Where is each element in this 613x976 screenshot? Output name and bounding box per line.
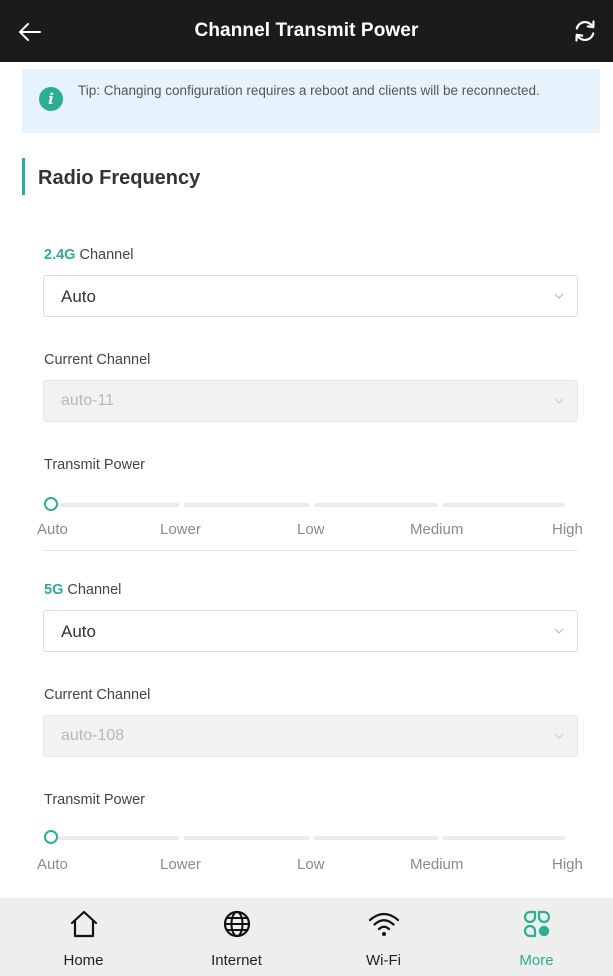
tab-wifi-label: Wi-Fi xyxy=(366,952,401,969)
chevron-down-icon xyxy=(554,733,564,739)
power-tick-high: High xyxy=(552,521,583,538)
current-channel-24g-label: Current Channel xyxy=(44,352,151,368)
channel-5g-label-text: Channel xyxy=(67,582,122,598)
channel-24g-select[interactable]: Auto xyxy=(43,275,578,317)
power-tick-auto: Auto xyxy=(37,521,68,538)
power-tick-low: Low xyxy=(297,521,325,538)
power-tick-low: Low xyxy=(297,856,325,873)
refresh-icon[interactable] xyxy=(571,17,599,45)
current-channel-5g-label: Current Channel xyxy=(44,687,151,703)
tab-home[interactable]: Home xyxy=(7,898,160,976)
info-icon: i xyxy=(39,87,63,111)
current-channel-24g-value: auto-11 xyxy=(61,392,115,409)
current-channel-24g-select: auto-11 xyxy=(43,380,578,422)
bottom-tab-bar: Home Internet Wi-Fi More xyxy=(0,898,613,976)
transmit-power-24g-label: Transmit Power xyxy=(44,457,145,473)
band-5g-tag: 5G xyxy=(44,582,64,598)
slider-track xyxy=(50,836,565,840)
power-tick-lower: Lower xyxy=(160,856,201,873)
power-tick-medium: Medium xyxy=(410,521,464,538)
channel-5g-value: Auto xyxy=(61,622,96,641)
transmit-power-5g-label: Transmit Power xyxy=(44,792,145,808)
slider-track xyxy=(50,503,565,507)
channel-24g-label-text: Channel xyxy=(79,247,134,263)
band-24g-tag: 2.4G xyxy=(44,247,76,263)
tip-text: Tip: Changing configuration requires a r… xyxy=(78,83,540,98)
page-title: Channel Transmit Power xyxy=(194,20,419,41)
chevron-down-icon xyxy=(554,398,564,404)
power-tick-lower: Lower xyxy=(160,521,201,538)
chevron-down-icon xyxy=(554,293,564,299)
more-icon xyxy=(523,910,550,938)
section-title: Radio Frequency xyxy=(22,158,200,195)
tab-wifi[interactable]: Wi-Fi xyxy=(307,898,460,976)
divider xyxy=(43,550,578,551)
chevron-down-icon xyxy=(554,628,564,634)
slider-thumb[interactable] xyxy=(44,830,58,844)
power-tick-high: High xyxy=(552,856,583,873)
channel-5g-label: 5G Channel xyxy=(44,582,121,598)
channel-24g-label: 2.4G Channel xyxy=(44,247,133,263)
app-header: Channel Transmit Power xyxy=(0,0,613,62)
transmit-power-5g-slider[interactable] xyxy=(44,830,565,846)
power-tick-medium: Medium xyxy=(410,856,464,873)
power-tick-auto: Auto xyxy=(37,856,68,873)
channel-24g-value: Auto xyxy=(61,287,96,306)
tab-internet[interactable]: Internet xyxy=(160,898,313,976)
current-channel-5g-select: auto-108 xyxy=(43,715,578,757)
current-channel-5g-value: auto-108 xyxy=(61,727,125,744)
globe-icon xyxy=(223,910,250,938)
channel-5g-select[interactable]: Auto xyxy=(43,610,578,652)
tip-banner: i Tip: Changing configuration requires a… xyxy=(22,69,600,133)
wifi-icon xyxy=(368,912,399,936)
slider-thumb[interactable] xyxy=(44,497,58,511)
transmit-power-24g-slider[interactable] xyxy=(44,497,565,513)
tab-more-label: More xyxy=(519,952,554,969)
home-icon xyxy=(70,910,97,938)
tab-internet-label: Internet xyxy=(211,952,262,969)
tab-home-label: Home xyxy=(63,952,104,969)
tab-more[interactable]: More xyxy=(460,898,613,976)
